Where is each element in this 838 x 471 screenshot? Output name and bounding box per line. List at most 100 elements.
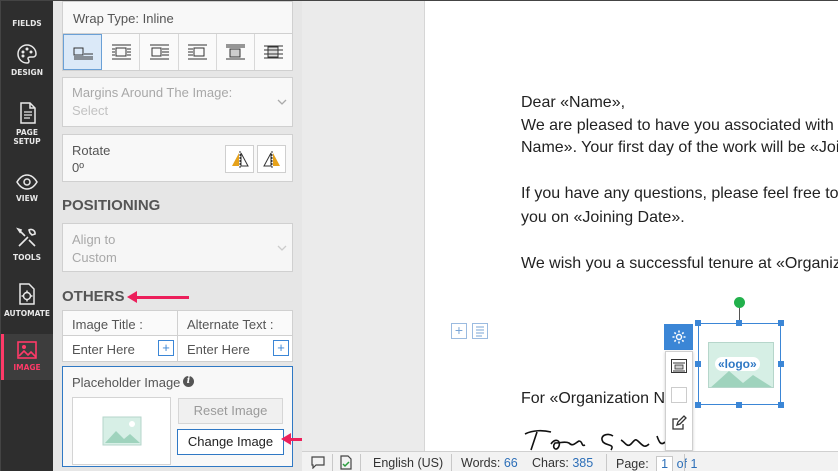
change-image-button[interactable]: Change Image — [177, 429, 284, 455]
rail-item-view[interactable]: VIEW — [1, 173, 53, 211]
status-bar: English (US) Words: 66 Chars: 385 Page: … — [302, 451, 838, 471]
page-indicator: Page: 1 of 1 — [616, 456, 697, 471]
wrap-option-button[interactable] — [671, 359, 687, 373]
resize-handle[interactable] — [695, 361, 701, 367]
image-settings-button[interactable] — [664, 324, 693, 350]
selected-logo-image[interactable]: «logo» — [698, 323, 781, 405]
crop-button[interactable] — [671, 387, 687, 403]
rail-item-label: PAGE SETUP — [13, 128, 41, 146]
status-divider — [684, 454, 685, 471]
reset-image-button[interactable]: Reset Image — [178, 398, 283, 424]
wrap-inline-icon — [73, 47, 93, 60]
edit-icon — [672, 415, 687, 430]
rail-item-label: AUTOMATE — [3, 309, 51, 318]
wrap-square-button[interactable] — [102, 34, 141, 70]
margins-value: Select — [72, 103, 109, 118]
wrap-top-bottom-icon — [226, 44, 246, 60]
rail-item-page-setup[interactable]: PAGE SETUP — [1, 101, 53, 155]
tools-icon — [16, 227, 36, 247]
rail-item-image[interactable]: IMAGE — [1, 334, 53, 380]
rail-item-fields[interactable]: FIELDS — [1, 1, 53, 31]
margins-select[interactable]: Margins Around The Image: Select — [62, 77, 293, 127]
margins-label: Margins Around The Image: — [72, 85, 233, 100]
rail-item-label: VIEW — [16, 194, 38, 203]
flip-horizontal-button[interactable] — [225, 145, 254, 173]
logo-placeholder-graphic: «logo» — [708, 342, 774, 388]
spellcheck-icon[interactable] — [339, 455, 353, 471]
char-count: Chars: 385 — [532, 456, 593, 470]
flip-vertical-button[interactable] — [257, 145, 286, 173]
info-icon[interactable]: i — [183, 376, 194, 387]
image-title-input[interactable]: Enter Here + — [62, 336, 178, 362]
resize-handle[interactable] — [736, 320, 742, 326]
chevron-down-icon — [277, 99, 287, 105]
resize-handle[interactable] — [695, 320, 701, 326]
wrap-square-icon — [111, 44, 131, 60]
rail-item-label: DESIGN — [11, 68, 43, 77]
edit-image-button[interactable] — [671, 415, 687, 431]
image-placeholder-icon — [102, 416, 141, 446]
words-value: 66 — [503, 456, 518, 470]
image-properties-panel: Wrap Type: Inline Margins Around The Ima… — [53, 1, 302, 471]
resize-handle[interactable] — [736, 402, 742, 408]
annotation-arrow — [127, 291, 189, 303]
page-total: of 1 — [676, 457, 698, 471]
resize-handle[interactable] — [695, 402, 701, 408]
palette-icon — [17, 44, 37, 64]
rotate-value: 0º — [72, 160, 84, 175]
paragraph-options-button[interactable] — [472, 323, 488, 339]
comment-icon[interactable] — [310, 455, 326, 471]
positioning-title: POSITIONING — [62, 197, 161, 214]
wrap-through-icon — [188, 44, 208, 60]
plus-icon: + — [277, 340, 285, 355]
wrap-tight-button[interactable] — [140, 34, 179, 70]
rotate-box: Rotate 0º — [62, 134, 293, 182]
wrap-inline-button[interactable] — [63, 34, 103, 70]
insert-field-button[interactable]: + — [158, 340, 174, 356]
wrap-type-box: Wrap Type: Inline — [62, 1, 293, 34]
resize-handle[interactable] — [778, 320, 784, 326]
word-count: Words: 66 — [461, 456, 518, 470]
plus-icon: + — [162, 340, 170, 355]
others-inputs-row: Enter Here + Enter Here + — [62, 336, 293, 362]
flip-vertical-icon — [262, 151, 280, 168]
placeholder-image-thumbnail — [72, 397, 171, 465]
align-to-select[interactable]: Align to Custom — [62, 223, 293, 272]
wrap-behind-text-icon — [264, 45, 284, 59]
image-context-toolbar — [665, 351, 693, 451]
wrap-type-options — [62, 33, 293, 71]
rail-item-label: TOOLS — [12, 253, 42, 262]
doc-line: Name». Your first day of the work will b… — [521, 139, 838, 156]
wrap-option-icon — [673, 362, 685, 372]
resize-handle[interactable] — [778, 402, 784, 408]
wrap-top-bottom-button[interactable] — [217, 34, 255, 70]
lines-icon — [476, 326, 484, 337]
alt-text-input[interactable]: Enter Here + — [178, 336, 293, 362]
rotation-handle[interactable] — [734, 297, 745, 308]
rail-item-label: FIELDS — [12, 19, 42, 28]
rail-item-tools[interactable]: TOOLS — [1, 226, 53, 266]
document-canvas: Dear «Name», We are pleased to have you … — [302, 1, 838, 451]
resize-handle[interactable] — [778, 361, 784, 367]
rail-item-automate[interactable]: AUTOMATE — [1, 282, 53, 322]
rail-item-design[interactable]: DESIGN — [1, 43, 53, 87]
eye-icon — [16, 174, 38, 190]
language-selector[interactable]: English (US) — [373, 456, 443, 470]
left-rail: FIELDS DESIGN PAGE SETUP VIEW TOOLS AUTO… — [1, 1, 53, 471]
image-icon — [17, 341, 37, 359]
automate-icon — [19, 283, 35, 305]
rail-item-label: IMAGE — [13, 363, 41, 372]
wrap-through-button[interactable] — [179, 34, 217, 70]
page-input[interactable]: 1 — [656, 456, 674, 471]
placeholder-image-box: Placeholder Image i Reset Image Change I… — [62, 366, 293, 467]
image-title-placeholder: Enter Here — [72, 342, 135, 357]
add-paragraph-button[interactable]: + — [451, 323, 467, 339]
alt-text-label: Alternate Text : — [178, 310, 293, 336]
status-divider — [332, 454, 333, 471]
insert-field-button[interactable]: + — [273, 340, 289, 356]
doc-line: If you have any questions, please feel f… — [521, 185, 838, 202]
status-divider — [451, 454, 452, 471]
doc-line: Dear «Name», — [521, 94, 626, 111]
wrap-behind-text-button[interactable] — [255, 34, 292, 70]
alt-text-placeholder: Enter Here — [187, 342, 250, 357]
